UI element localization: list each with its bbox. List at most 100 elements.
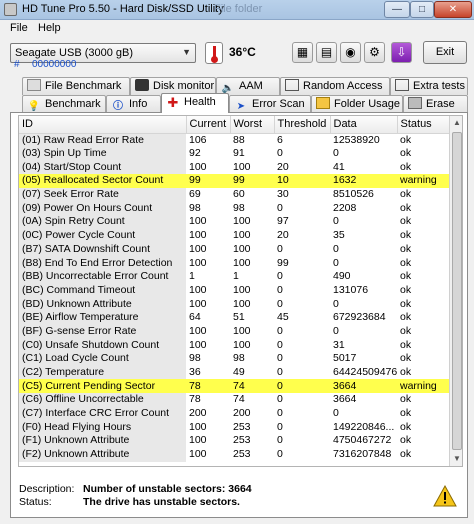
cell-worst: 98 xyxy=(233,201,245,214)
tab-folder-usage[interactable]: Folder Usage xyxy=(311,95,403,113)
table-row[interactable]: (C1) Load Cycle Count 98 98 0 5017 ok xyxy=(19,352,449,366)
cell-data: 5017 xyxy=(333,352,357,365)
table-row[interactable]: (C0) Unsafe Shutdown Count 100 100 0 31 ok xyxy=(19,338,449,352)
chevron-down-icon: ▼ xyxy=(182,47,191,57)
table-row[interactable]: (B7) SATA Downshift Count 100 100 0 0 ok xyxy=(19,242,449,257)
table-row[interactable]: (03) Spin Up Time 92 91 0 0 ok xyxy=(19,146,449,161)
cell-threshold: 97 xyxy=(277,215,289,228)
cell-status: ok xyxy=(400,448,412,461)
menu-file[interactable]: File xyxy=(10,22,28,34)
table-row[interactable]: (09) Power On Hours Count 98 98 0 2208 ok xyxy=(19,201,449,216)
copy-text-icon[interactable]: ▤ xyxy=(316,42,337,63)
save-download-icon[interactable]: ⇩ xyxy=(391,42,412,63)
cell-status: ok xyxy=(400,366,412,379)
cell-data: 0 xyxy=(333,215,339,228)
cell-data: 0 xyxy=(333,256,339,269)
column-header-current[interactable]: Current xyxy=(186,116,231,134)
cell-id: (01) Raw Read Error Rate xyxy=(19,133,186,147)
cell-status: ok xyxy=(400,338,412,351)
cell-current: 106 xyxy=(189,133,207,146)
tab-erase[interactable]: Erase xyxy=(403,95,468,113)
table-row[interactable]: (B8) End To End Error Detection 100 100 99 0… xyxy=(19,256,449,270)
cell-data: 35 xyxy=(333,229,345,242)
cell-id: (C0) Unsafe Shutdown Count xyxy=(19,338,186,352)
cell-status: warning xyxy=(397,379,449,394)
cell-status: warning xyxy=(397,174,449,188)
table-row[interactable]: (F0) Head Flying Hours 100 253 0 149220846..… xyxy=(19,420,449,435)
table-row[interactable]: (0A) Spin Retry Count 100 100 97 0 ok xyxy=(19,215,449,229)
table-row[interactable]: (BD) Unknown Attribute 100 100 0 0 ok xyxy=(19,297,449,311)
vertical-scrollbar[interactable]: ▲ ▼ xyxy=(449,116,462,466)
cell-data: 149220846... xyxy=(333,420,395,433)
cell-id: (B7) SATA Downshift Count xyxy=(19,242,186,257)
tab-health[interactable]: ✚ Health xyxy=(161,93,229,113)
drive-serial: # 00000000 xyxy=(10,59,196,72)
cell-worst: 100 xyxy=(233,215,251,228)
cell-id: (BE) Airflow Temperature xyxy=(19,310,186,325)
column-header-data[interactable]: Data xyxy=(330,116,398,134)
column-header-threshold[interactable]: Threshold xyxy=(274,116,331,134)
scroll-down-icon[interactable]: ▼ xyxy=(450,452,462,466)
scroll-up-icon[interactable]: ▲ xyxy=(450,116,462,130)
table-row[interactable]: (04) Start/Stop Count 100 100 20 41 ok xyxy=(19,160,449,175)
table-row[interactable]: (F1) Unknown Attribute 100 253 0 4750467272 o… xyxy=(19,434,449,448)
cell-status: ok xyxy=(400,434,412,447)
table-row[interactable]: (01) Raw Read Error Rate 106 88 6 12538920 ok xyxy=(19,133,449,147)
cell-threshold: 0 xyxy=(277,283,283,296)
cell-status: ok xyxy=(400,283,412,296)
cell-data: 0 xyxy=(333,407,339,420)
cell-threshold: 0 xyxy=(277,201,283,214)
table-row[interactable]: (C7) Interface CRC Error Count 200 200 0 0 ok xyxy=(19,406,449,421)
tab-benchmark[interactable]: 💡 Benchmark xyxy=(22,95,106,113)
scrollbar-thumb[interactable] xyxy=(452,132,462,450)
tab-info[interactable]: ⓘ Info xyxy=(106,95,161,113)
menu-help[interactable]: Help xyxy=(38,22,61,34)
cell-id: (F1) Unknown Attribute xyxy=(19,434,186,448)
tab-random-access[interactable]: Random Access xyxy=(280,77,390,95)
smart-table-container[interactable]: ID Current Worst Threshold Data Status (… xyxy=(18,115,463,467)
minimize-button[interactable]: — xyxy=(384,1,410,18)
cell-current: 200 xyxy=(189,407,207,420)
column-header-status[interactable]: Status xyxy=(397,116,450,134)
cell-id: (03) Spin Up Time xyxy=(19,146,186,161)
random-access-icon xyxy=(285,79,299,91)
table-row[interactable]: (BE) Airflow Temperature 64 51 45 672923684 o… xyxy=(19,310,449,325)
folder-usage-icon xyxy=(316,97,330,109)
cell-status: ok xyxy=(400,229,412,242)
cell-current: 1 xyxy=(189,270,195,283)
table-row[interactable]: (0C) Power Cycle Count 100 100 20 35 ok xyxy=(19,228,449,243)
cell-threshold: 0 xyxy=(277,448,283,461)
table-row[interactable]: (C2) Temperature 36 49 0 64424509476 ok xyxy=(19,365,449,380)
column-header-id[interactable]: ID xyxy=(19,116,187,134)
cell-current: 69 xyxy=(189,188,201,201)
options-icon[interactable]: ⚙ xyxy=(364,42,385,63)
cell-id: (C5) Current Pending Sector xyxy=(19,379,186,394)
tab-extra-tests[interactable]: Extra tests xyxy=(390,77,468,95)
cell-data: 1632 xyxy=(330,174,397,188)
table-row[interactable]: (05) Reallocated Sector Count 99 99 10 1632 w… xyxy=(19,174,449,188)
cell-status: ok xyxy=(400,242,412,255)
screenshot-icon[interactable]: ◉ xyxy=(340,42,361,63)
cell-id: (BC) Command Timeout xyxy=(19,283,186,298)
cell-data: 0 xyxy=(333,297,339,310)
cell-current: 100 xyxy=(189,420,207,433)
table-row[interactable]: (C5) Current Pending Sector 78 74 0 3664 warn… xyxy=(19,379,449,394)
table-row[interactable]: (F2) Unknown Attribute 100 253 0 7316207848 o… xyxy=(19,447,449,462)
exit-button[interactable]: Exit xyxy=(423,41,467,64)
column-header-worst[interactable]: Worst xyxy=(230,116,275,134)
cell-worst: 100 xyxy=(233,242,251,255)
tab-file-benchmark[interactable]: File Benchmark xyxy=(22,77,130,95)
cell-threshold: 0 xyxy=(277,147,283,160)
cell-worst: 100 xyxy=(233,338,251,351)
table-row[interactable]: (BB) Uncorrectable Error Count 1 1 0 490 ok xyxy=(19,269,449,284)
table-row[interactable]: (BF) G-sense Error Rate 100 100 0 0 ok xyxy=(19,324,449,339)
cell-data: 41 xyxy=(333,160,345,173)
table-row[interactable]: (07) Seek Error Rate 69 60 30 8510526 ok xyxy=(19,187,449,202)
cell-status: ok xyxy=(400,407,412,420)
copy-info-icon[interactable]: ▦ xyxy=(292,42,313,63)
close-button[interactable]: ✕ xyxy=(434,1,472,18)
table-row[interactable]: (BC) Command Timeout 100 100 0 131076 ok xyxy=(19,283,449,298)
maximize-button[interactable]: □ xyxy=(410,1,434,18)
tab-error-scan[interactable]: ➤ Error Scan xyxy=(229,95,311,113)
table-row[interactable]: (C6) Offline Uncorrectable 78 74 0 3664 ok xyxy=(19,393,449,407)
